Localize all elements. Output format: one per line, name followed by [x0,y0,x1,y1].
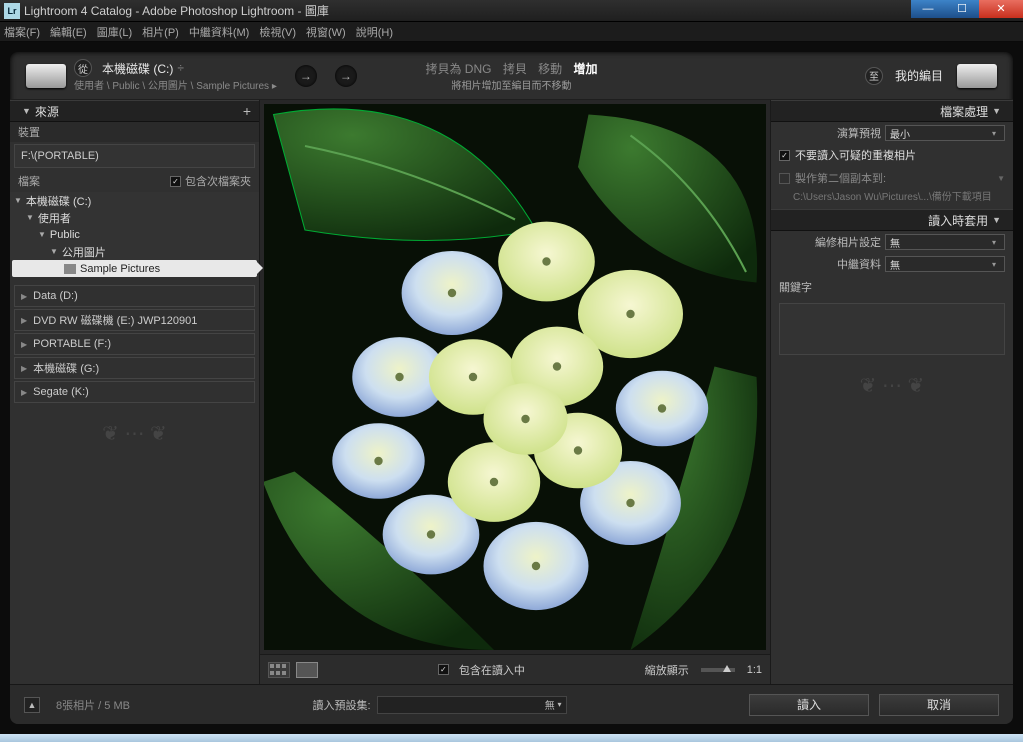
include-subfolders-label: 包含次檔案夾 [185,173,251,189]
menu-library[interactable]: 圖庫(L) [97,24,132,40]
add-source-button[interactable]: + [243,103,251,119]
second-copy-toggle[interactable]: 製作第二個副本到: ▼ [771,166,1013,186]
source-panel-title: 來源 [35,103,59,120]
second-copy-label: 製作第二個副本到: [795,170,886,186]
menu-metadata[interactable]: 中繼資料(M) [189,24,250,40]
source-title[interactable]: 本機磁碟 (C:) [102,60,173,77]
chevron-down-icon: ▼ [22,106,31,116]
from-badge: 從 [74,59,92,77]
menu-help[interactable]: 說明(H) [356,24,393,40]
arrow-right-icon[interactable]: → [295,65,317,87]
window-titlebar: Lr Lightroom 4 Catalog - Adobe Photoshop… [0,0,1023,22]
include-in-import-label[interactable]: 包含在讀入中 [459,662,525,678]
develop-settings-select[interactable]: 無▾ [885,234,1005,250]
action-copy-dng[interactable]: 拷貝為 DNG [425,62,491,76]
metadata-select[interactable]: 無▾ [885,256,1005,272]
ornament-icon: ❦ ⋯ ❦ [771,365,1013,405]
files-label: 檔案 [18,173,40,189]
devices-label: 裝置 [10,122,259,142]
second-copy-path: C:\Users\Jason Wu\Pictures\...\備份下載項目 [771,186,1013,209]
window-title: Lightroom 4 Catalog - Adobe Photoshop Li… [24,2,911,19]
chevron-down-icon: ▼ [992,215,1001,225]
checkbox-icon [779,173,790,184]
action-subtitle: 將相片增加至編目而不移動 [421,77,601,92]
tree-public[interactable]: ▼Public [10,226,259,243]
source-drive-icon [26,64,66,88]
file-handling-header[interactable]: 檔案處理 ▼ [771,100,1013,122]
dest-drive-icon [957,64,997,88]
include-subfolders-toggle[interactable]: ✓ 包含次檔案夾 [170,173,251,189]
dest-title[interactable]: 我的編目 [895,67,943,84]
status-text: 8張相片 / 5 MB [56,697,130,713]
action-add[interactable]: 增加 [574,62,598,76]
drive-item-f[interactable]: ▶PORTABLE (F:) [14,333,255,355]
checkbox-icon[interactable]: ✓ [438,664,449,675]
source-path: 使用者 \ Public \ 公用圖片 \ Sample Pictures ▸ [74,77,277,92]
import-header: 從 本機磁碟 (C:) ÷ 使用者 \ Public \ 公用圖片 \ Samp… [10,52,1013,100]
cancel-button[interactable]: 取消 [879,694,999,716]
drive-item-g[interactable]: ▶本機磁碟 (G:) [14,357,255,379]
checkbox-icon: ✓ [779,150,790,161]
action-move[interactable]: 移動 [538,62,562,76]
loupe-view-button[interactable] [296,662,318,678]
ornament-icon: ❦ ⋯ ❦ [10,413,259,453]
apply-during-import-title: 讀入時套用 [928,212,988,229]
import-preset-label: 讀入預設集: [312,697,370,713]
import-preset-select[interactable]: 無 ▾ [377,696,567,714]
taskbar [0,734,1023,742]
keywords-label: 關鍵字 [771,275,1013,299]
menu-photo[interactable]: 相片(P) [142,24,179,40]
grid-view-button[interactable] [268,662,290,678]
folder-icon [64,264,76,274]
source-panel-header[interactable]: ▼ 來源 + [10,100,259,122]
keywords-input[interactable] [779,303,1005,355]
thumb-zoom-slider[interactable] [701,668,735,672]
expand-button[interactable]: ▲ [24,697,40,713]
menu-bar: 檔案(F) 編輯(E) 圖庫(L) 相片(P) 中繼資料(M) 檢視(V) 視窗… [0,22,1023,42]
menu-edit[interactable]: 編輯(E) [50,24,87,40]
chevron-down-icon: ▼ [992,106,1001,116]
no-duplicates-label: 不要讀入可疑的重複相片 [795,147,916,163]
device-item[interactable]: F:\(PORTABLE) [14,144,255,168]
tree-public-pictures[interactable]: ▼公用圖片 [10,243,259,260]
chevron-down-icon: ▼ [997,174,1005,183]
no-duplicates-toggle[interactable]: ✓ 不要讀入可疑的重複相片 [771,144,1013,166]
drive-item-e[interactable]: ▶DVD RW 磁碟機 (E:) JWP120901 [14,309,255,331]
tree-root-drive[interactable]: ▼本機磁碟 (C:) [10,192,259,209]
menu-window[interactable]: 視窗(W) [306,24,346,40]
file-handling-title: 檔案處理 [940,103,988,120]
drive-item-d[interactable]: ▶Data (D:) [14,285,255,307]
ratio-label[interactable]: 1:1 [747,664,762,676]
preview-image [264,104,766,650]
preview-toolbar: ✓ 包含在讀入中 縮放顯示 1:1 [260,654,770,684]
import-footer: ▲ 8張相片 / 5 MB 讀入預設集: 無 ▾ 讀入 取消 [10,684,1013,724]
import-button[interactable]: 讀入 [749,694,869,716]
to-badge: 至 [865,67,883,85]
arrow-right-icon-2[interactable]: → [335,65,357,87]
tree-sample-pictures[interactable]: Sample Pictures [12,260,257,277]
window-minimize-button[interactable]: ― [911,0,945,18]
tree-users[interactable]: ▼使用者 [10,209,259,226]
render-preview-select[interactable]: 最小▾ [885,125,1005,141]
window-maximize-button[interactable]: ☐ [945,0,979,18]
drive-item-k[interactable]: ▶Segate (K:) [14,381,255,403]
thumb-zoom-label: 縮放顯示 [645,662,689,678]
action-copy[interactable]: 拷貝 [503,62,527,76]
source-dropdown-icon[interactable]: ÷ [177,61,184,75]
render-preview-label: 演算預視 [837,125,881,141]
window-close-button[interactable]: ✕ [979,0,1023,18]
apply-during-import-header[interactable]: 讀入時套用 ▼ [771,209,1013,231]
app-icon: Lr [4,3,20,19]
preview-area[interactable] [260,100,770,654]
menu-view[interactable]: 檢視(V) [259,24,296,40]
develop-settings-label: 編修相片設定 [815,234,881,250]
metadata-label: 中繼資料 [837,256,881,272]
menu-file[interactable]: 檔案(F) [4,24,40,40]
checkbox-icon: ✓ [170,176,181,187]
